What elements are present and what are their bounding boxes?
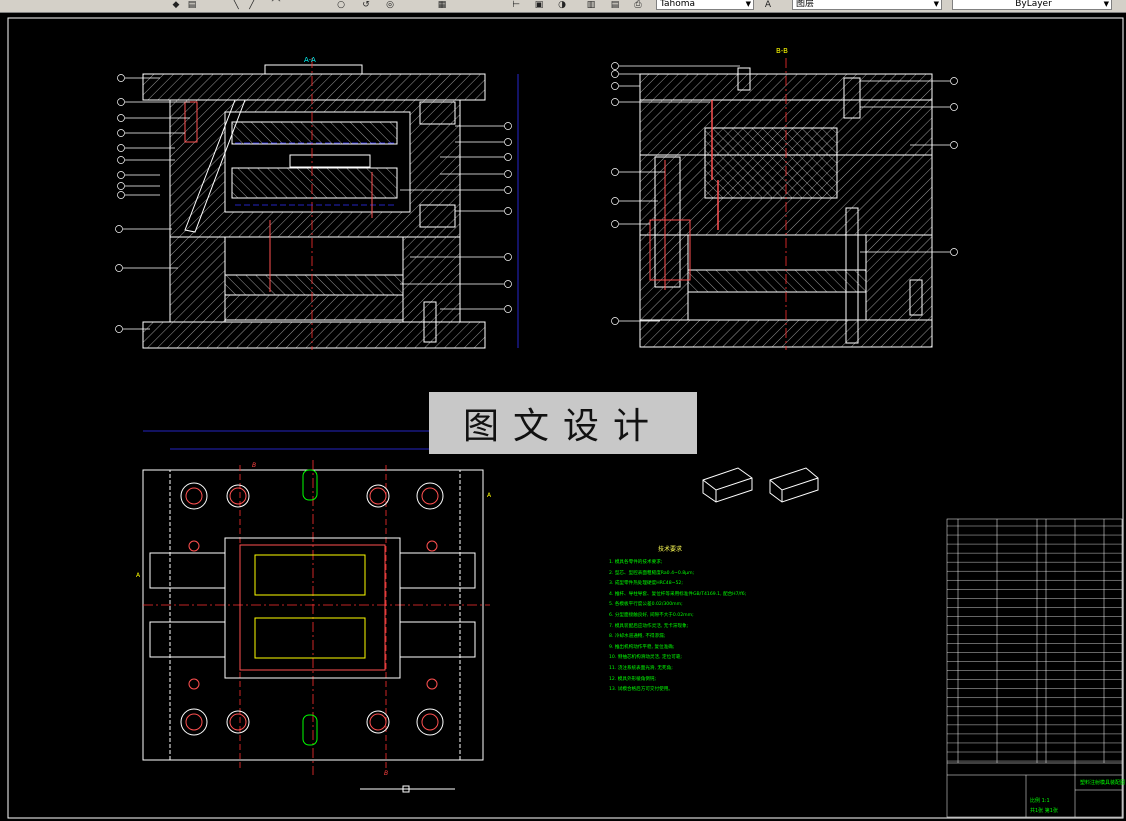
layers-icon[interactable]: ▤ [186, 0, 198, 10]
tech-note-item: 10. 侧抽芯机构滑动灵活, 定位可靠; [609, 655, 682, 661]
scale-tool-icon[interactable]: ◎ [384, 0, 396, 10]
layer-combo-value: 图层 [796, 0, 815, 9]
linetype-combo-value: ByLayer [1015, 0, 1052, 9]
circle-tool-icon[interactable]: ○ [335, 0, 347, 10]
tech-note-item: 1. 模具各零件的技术要求; [609, 560, 663, 565]
toolbar: ◆ ▤ ╲ ╱ ⌒ ○ ↺ ◎ ▦ ⊢ ▣ ◑ ▥ ▤ ⎙ Tahoma ▼ A… [0, 0, 1126, 13]
block-tool-icon[interactable]: ▣ [533, 0, 545, 10]
watermark-banner: 图文设计 [429, 392, 697, 454]
line-tool-icon[interactable]: ╲ [230, 0, 242, 10]
text-tool-icon[interactable]: A [762, 0, 774, 10]
drawing-sheet: 共1张 第1张 [1030, 807, 1058, 814]
tech-note-item: 6. 分型面接触良好, 间隙不大于0.02mm; [609, 612, 694, 618]
svg-text:B-B: B-B [776, 47, 788, 55]
dimension-tool-icon[interactable]: ⊢ [510, 0, 522, 10]
tech-note-item: 5. 各模板平行度公差0.02/300mm; [609, 602, 683, 608]
tech-note-item: 11. 浇注系统表面光滑, 无死角; [609, 665, 673, 671]
part-isometric-views [702, 467, 819, 503]
tech-note-item: 3. 成型零件热处理硬度HRC48~52; [609, 581, 683, 587]
tech-note-item: 4. 推杆、导柱导套、复位杆等采用标准件GB/T4169.1, 配合H7/f6; [609, 591, 747, 597]
drawing-name: 塑料注射模具装配图 [1080, 779, 1125, 786]
svg-text:B: B [252, 462, 256, 469]
plan-view: B B A A [136, 430, 492, 793]
properties-icon[interactable]: ◑ [556, 0, 568, 10]
svg-text:B: B [384, 770, 388, 777]
table-tool-icon[interactable]: ▥ [585, 0, 597, 10]
arc-tool-icon[interactable]: ⌒ [270, 0, 282, 10]
print-tool-icon[interactable]: ⎙ [632, 0, 644, 10]
text-style-combo[interactable]: Tahoma ▼ [656, 0, 754, 10]
polyline-tool-icon[interactable]: ╱ [246, 0, 258, 10]
tech-note-item: 2. 型芯、型腔表面粗糙度Ra0.4~0.8μm; [609, 570, 695, 576]
section-b-view: B-B [639, 47, 933, 350]
layer-combo[interactable]: 图层 ▼ [792, 0, 942, 10]
bill-of-materials [946, 518, 1123, 818]
section-a-view: A-A [142, 56, 519, 350]
technical-requirements-list: 1. 模具各零件的技术要求; 2. 型芯、型腔表面粗糙度Ra0.4~0.8μm; 3… [609, 558, 746, 696]
bom-rows [947, 525, 1122, 762]
technical-requirements-title: 技术要求 [658, 546, 683, 553]
tech-note-item: 8. 冷却水道通畅, 不得渗漏; [609, 634, 666, 640]
drawing-scale: 比例 1:1 [1030, 797, 1050, 804]
layout-tool-icon[interactable]: ▤ [609, 0, 621, 10]
watermark-text: 图文设计 [462, 406, 663, 447]
layer-icon[interactable]: ◆ [170, 0, 182, 10]
tech-note-item: 13. 试模合格后方可交付使用。 [609, 687, 673, 693]
chevron-down-icon: ▼ [1103, 0, 1109, 8]
rotate-tool-icon[interactable]: ↺ [360, 0, 372, 10]
plan-view-bolts [180, 482, 444, 736]
drawing-canvas[interactable]: A-A B-B B B A A 塑料注射模具装配图 比例 1:1 共1张 第1张… [0, 13, 1126, 821]
svg-text:A: A [487, 492, 492, 499]
tech-note-item: 9. 推出机构动作平稳, 复位准确; [609, 644, 675, 650]
chevron-down-icon: ▼ [745, 0, 751, 8]
tech-note-item: 7. 模具装配后应动作灵活, 无卡滞现象; [609, 623, 689, 629]
linetype-combo[interactable]: ByLayer ▼ [952, 0, 1112, 10]
svg-text:A: A [136, 572, 141, 579]
text-style-value: Tahoma [660, 0, 696, 9]
hatch-tool-icon[interactable]: ▦ [436, 0, 448, 10]
tech-note-item: 12. 模具外形棱角倒钝; [609, 676, 657, 682]
chevron-down-icon: ▼ [933, 0, 939, 8]
svg-text:A-A: A-A [304, 56, 316, 64]
